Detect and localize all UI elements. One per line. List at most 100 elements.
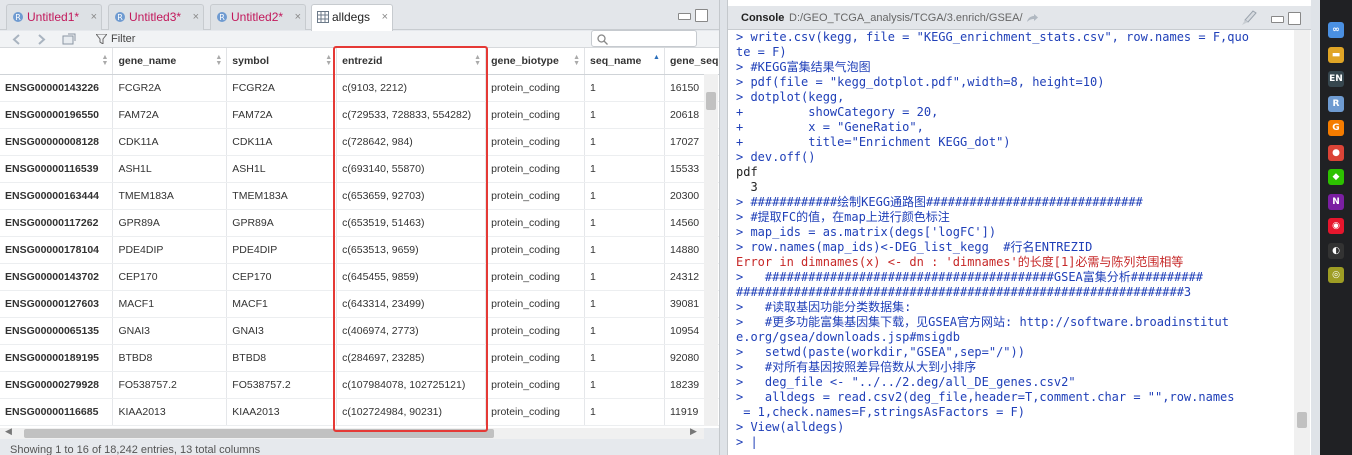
table-cell: FAM72A: [226, 101, 338, 129]
console-input-line: > ######################################…: [736, 270, 1204, 284]
clear-console-icon[interactable]: [1240, 10, 1258, 26]
language-en-icon[interactable]: EN: [1328, 71, 1344, 87]
svg-text:R: R: [219, 13, 225, 22]
popout-icon[interactable]: [62, 33, 76, 45]
table-cell: BTBD8: [226, 344, 338, 372]
console-scrollbar[interactable]: [1294, 30, 1310, 455]
scroll-thumb[interactable]: [706, 92, 716, 110]
weibo-icon[interactable]: ◉: [1328, 218, 1344, 234]
tab-label: Untitled3*: [129, 10, 182, 24]
console-error-line: Error in dimnames(x) <- dn : 'dimnames'的…: [736, 255, 1184, 269]
console-input-line: > #KEGG富集结果气泡图: [736, 60, 871, 74]
minimize-button[interactable]: [678, 13, 691, 20]
table-cell: 1: [584, 209, 665, 237]
search-input[interactable]: [591, 30, 697, 47]
goto-directory-icon[interactable]: [1026, 14, 1038, 23]
rstudio-icon[interactable]: R: [1328, 95, 1344, 112]
maximize-button[interactable]: [1288, 12, 1301, 25]
table-cell: protein_coding: [485, 317, 586, 345]
close-icon[interactable]: ×: [295, 5, 301, 29]
scroll-right-icon[interactable]: ▶: [690, 426, 697, 437]
console-input-line: > |: [736, 435, 758, 449]
tab-untitled3[interactable]: R Untitled3* ×: [108, 4, 204, 30]
console-input-line: te = F): [736, 45, 787, 59]
scroll-thumb[interactable]: [1297, 412, 1307, 428]
folder-icon[interactable]: ▬: [1328, 46, 1344, 63]
console-output[interactable]: > write.csv(kegg, file = "KEGG_enrichmen…: [728, 30, 1294, 455]
console-input-line: > View(alldegs): [736, 420, 845, 434]
row-id-cell: ENSG00000116685: [0, 398, 114, 426]
console-input-line: > dotplot(kegg,: [736, 90, 845, 104]
console-input-line: > pdf(file = "kegg_dotplot.pdf",width=8,…: [736, 75, 1105, 89]
qq-icon[interactable]: ◐: [1328, 242, 1344, 259]
minimize-button[interactable]: [1271, 16, 1284, 23]
table-cell: GPR89A: [112, 209, 228, 237]
console-input-line: + title="Enrichment KEGG_dot"): [736, 135, 1011, 149]
console-input-line: = 1,check.names=F,stringsAsFactors = F): [736, 405, 1025, 419]
pane-window-controls: [1271, 12, 1305, 26]
svg-text:R: R: [15, 13, 21, 22]
back-forward-icon[interactable]: [12, 34, 46, 45]
row-id-cell: ENSG00000163444: [0, 182, 114, 210]
table-cell: CDK11A: [112, 128, 228, 156]
table-cell: protein_coding: [485, 371, 586, 399]
row-id-cell: ENSG00000178104: [0, 236, 114, 264]
pane-window-controls: [678, 9, 712, 23]
onenote-icon[interactable]: N: [1328, 193, 1344, 210]
tab-alldegs[interactable]: alldegs ×: [311, 4, 393, 31]
table-cell: protein_coding: [485, 128, 586, 156]
table-cell: 1: [584, 74, 665, 102]
scroll-left-icon[interactable]: ◀: [5, 426, 12, 437]
table-cell: FCGR2A: [226, 74, 338, 102]
column-header[interactable]: gene_name ▲ ▼: [112, 48, 228, 75]
column-header[interactable]: seq_name ▲: [584, 48, 665, 75]
wechat-icon[interactable]: ◆: [1328, 169, 1344, 185]
app-g-icon[interactable]: G: [1328, 120, 1344, 136]
console-title[interactable]: Console: [741, 6, 784, 30]
table-cell: 1: [584, 155, 665, 183]
table-cell: FO538757.2: [112, 371, 228, 399]
misc-app-icon[interactable]: ◎: [1328, 267, 1344, 283]
chrome-icon[interactable]: ●: [1328, 144, 1344, 161]
table-cell: MACF1: [226, 290, 338, 318]
table-cell: 1: [584, 263, 665, 291]
working-directory: D:/GEO_TCGA_analysis/TCGA/3.enrich/GSEA/: [789, 12, 1023, 24]
row-id-cell: ENSG00000116539: [0, 155, 114, 183]
table-cell: KIAA2013: [112, 398, 228, 426]
table-cell: ASH1L: [112, 155, 228, 183]
close-icon[interactable]: ×: [193, 5, 199, 29]
network-icon[interactable]: ∞: [1328, 22, 1344, 38]
row-id-cell: ENSG00000117262: [0, 209, 114, 237]
console-input-line: > deg_file <- "../../2.deg/all_DE_genes.…: [736, 375, 1076, 389]
table-cell: PDE4DIP: [226, 236, 338, 264]
tab-untitled2[interactable]: R Untitled2* ×: [210, 4, 306, 30]
svg-text:R: R: [117, 13, 123, 22]
table-cell: protein_coding: [485, 74, 586, 102]
table-cell: 1: [584, 101, 665, 129]
rowname-header[interactable]: ▲ ▼: [0, 48, 114, 75]
column-header[interactable]: gene_seq: [664, 48, 719, 75]
filter-icon: [96, 34, 107, 44]
table-cell: protein_coding: [485, 236, 586, 264]
vertical-scrollbar[interactable]: [704, 74, 718, 426]
column-header[interactable]: symbol ▲ ▼: [226, 48, 338, 75]
table-cell: GNAI3: [226, 317, 338, 345]
close-icon[interactable]: ×: [382, 5, 388, 29]
table-cell: FCGR2A: [112, 74, 228, 102]
table-cell: 1: [584, 371, 665, 399]
r-script-icon: R: [115, 12, 125, 22]
filter-button[interactable]: Filter: [111, 33, 135, 45]
tab-untitled1[interactable]: R Untitled1* ×: [6, 4, 102, 30]
maximize-button[interactable]: [695, 9, 708, 22]
table-cell: protein_coding: [485, 209, 586, 237]
column-header[interactable]: gene_biotype ▲ ▼: [485, 48, 586, 75]
row-id-cell: ENSG00000143702: [0, 263, 114, 291]
close-icon[interactable]: ×: [91, 5, 97, 29]
table-cell: GPR89A: [226, 209, 338, 237]
console-input-line: ########################################…: [736, 285, 1192, 299]
row-id-cell: ENSG00000127603: [0, 290, 114, 318]
table-cell: 1: [584, 344, 665, 372]
console-input-line: > alldegs = read.csv2(deg_file,header=T,…: [736, 390, 1235, 404]
console-input-line: > #读取基因功能分类数据集:: [736, 300, 912, 314]
table-cell: TMEM183A: [226, 182, 338, 210]
